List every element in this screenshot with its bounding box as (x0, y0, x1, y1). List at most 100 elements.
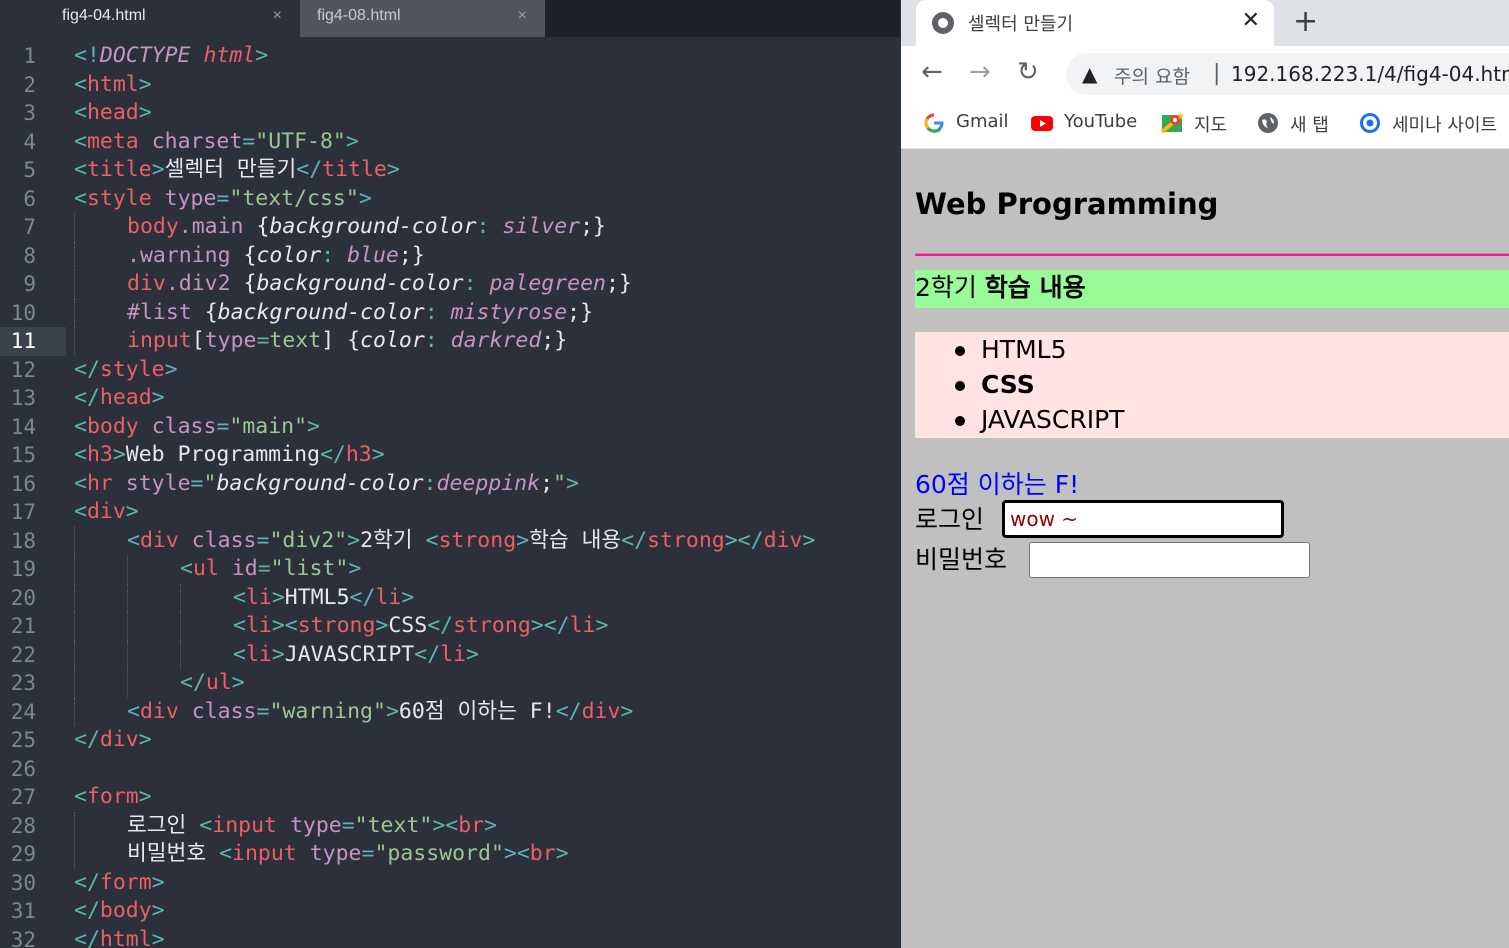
code-line[interactable]: 4 <meta charset="UTF-8"> (0, 128, 900, 157)
line-number: 16 (10, 471, 36, 496)
login-input[interactable]: wow ~ (1002, 500, 1284, 538)
code-line[interactable]: 12 </style> (0, 356, 900, 385)
code-line[interactable]: 14 <body class="main"> (0, 413, 900, 442)
line-number: 29 (10, 842, 36, 866)
globe-icon (1258, 113, 1278, 133)
line-number: 7 (23, 215, 36, 239)
code-line[interactable]: 21 <li><strong>CSS</strong></li> (0, 612, 900, 641)
line-number: 27 (10, 785, 36, 809)
line-number: 14 (10, 414, 36, 439)
code-line[interactable]: 5 <title>셀렉터 만들기</title> (0, 156, 900, 185)
list-item-strong: CSS (981, 370, 1035, 399)
code-line[interactable]: 32 </html> (0, 926, 900, 948)
line-number: 9 (23, 272, 36, 296)
line-number: 17 (10, 500, 36, 524)
security-warning[interactable]: 주의 요함 (1114, 62, 1190, 89)
tab-fig4-04[interactable]: fig4-04.html × (0, 0, 300, 37)
forward-arrow-icon[interactable]: → (969, 57, 991, 87)
div2-text: 2학기 (915, 273, 985, 302)
address-bar[interactable]: ▲ 주의 요함 | 192.168.223.1/4/fig4-04.html (1066, 53, 1509, 95)
line-number: 12 (10, 357, 36, 382)
code-line[interactable]: 9 div.div2 {background-color: palegreen;… (0, 270, 900, 299)
google-icon (924, 113, 944, 133)
code-line[interactable]: 30 </form> (0, 869, 900, 898)
close-icon[interactable]: ✕ (1242, 8, 1260, 33)
line-number: 18 (10, 528, 36, 553)
code-line[interactable]: 6 <style type="text/css"> (0, 185, 900, 214)
code-line[interactable]: 15 <h3>Web Programming</h3> (0, 441, 900, 470)
code-line[interactable]: 26 (0, 755, 900, 784)
warning-text: 60점 이하는 F! (915, 470, 1080, 499)
new-tab-button[interactable]: + (1293, 4, 1318, 39)
list-item: HTML5 (915, 332, 1509, 367)
line-number: 1 (23, 44, 36, 68)
tab-fig4-08[interactable]: fig4-08.html × (300, 0, 545, 37)
line-number: 6 (23, 186, 36, 211)
code-line[interactable]: 18 <div class="div2">2학기 <strong>학습 내용</… (0, 526, 900, 555)
code-line[interactable]: 17 <div> (0, 498, 900, 527)
code-line[interactable]: 31 </body> (0, 897, 900, 926)
line-number: 10 (10, 300, 36, 325)
code-line[interactable]: 16 <hr style="background-color:deeppink;… (0, 470, 900, 499)
browser-toolbar: ← → ↻ ▲ 주의 요함 | 192.168.223.1/4/fig4-04.… (901, 46, 1509, 102)
code-line[interactable]: 1 <!DOCTYPE html> (0, 42, 900, 71)
code-line[interactable]: 23 </ul> (0, 669, 900, 698)
line-number: 28 (10, 813, 36, 838)
tab-label: fig4-08.html (317, 7, 401, 24)
code-line[interactable]: 8 .warning {color: blue;} (0, 241, 900, 270)
code-line[interactable]: 27 <form> (0, 783, 900, 812)
site-icon (1360, 113, 1380, 133)
line-number: 24 (10, 699, 36, 724)
code-line[interactable]: 10 #list {background-color: mistyrose;} (0, 298, 900, 327)
line-number: 13 (10, 386, 36, 410)
code-line[interactable]: 28 로그인 <input type="text"><br> (0, 811, 900, 840)
code-area[interactable]: 1 <!DOCTYPE html> 2 <html> 3 <head> 4 <m… (0, 42, 900, 948)
url-text[interactable]: 192.168.223.1/4/fig4-04.html (1231, 62, 1509, 86)
bookmark-label: 새 탭 (1290, 115, 1329, 136)
close-icon[interactable]: × (518, 7, 527, 25)
line-number: 23 (10, 671, 36, 695)
code-line[interactable]: 22 <li>JAVASCRIPT</li> (0, 640, 900, 669)
close-icon[interactable]: × (273, 7, 282, 25)
line-number: 30 (10, 870, 36, 895)
browser-tab[interactable]: 셀렉터 만들기 ✕ (916, 0, 1274, 46)
warning-icon[interactable]: ▲ (1082, 62, 1097, 86)
login-label: 로그인 (915, 505, 985, 534)
bookmark-label: 세미나 사이트 (1392, 115, 1498, 136)
page-heading: Web Programming (915, 187, 1219, 221)
code-line[interactable]: 2 <html> (0, 71, 900, 100)
line-number: 25 (10, 728, 36, 752)
code-line[interactable]: 24 <div class="warning">60점 이하는 F!</div> (0, 697, 900, 726)
list-item: CSS (915, 367, 1509, 402)
back-arrow-icon[interactable]: ← (921, 57, 943, 87)
password-input[interactable] (1029, 542, 1310, 578)
bookmark-label: 지도 (1194, 115, 1228, 136)
code-line[interactable]: 20 <li>HTML5</li> (0, 583, 900, 612)
code-line-current[interactable]: 11 input[type=text] {color: darkred;} (0, 327, 900, 356)
line-number: 21 (10, 614, 36, 638)
list-item: JAVASCRIPT (915, 402, 1509, 437)
reload-icon[interactable]: ↻ (1017, 57, 1039, 87)
code-line[interactable]: 7 body.main {background-color: silver;} (0, 213, 900, 242)
line-number: 15 (10, 443, 36, 467)
separator: | (1213, 61, 1221, 86)
line-number: 3 (23, 101, 36, 125)
code-line[interactable]: 13 </head> (0, 384, 900, 413)
bookmark-label: Gmail (956, 111, 1009, 132)
bookmark-label: YouTube (1064, 111, 1138, 132)
code-line[interactable]: 25 </div> (0, 726, 900, 755)
horizontal-rule (915, 253, 1509, 256)
line-number: 31 (10, 899, 36, 923)
topic-list: HTML5 CSS JAVASCRIPT (915, 332, 1509, 438)
code-line[interactable]: 19 <ul id="list"> (0, 555, 900, 584)
code-line[interactable]: 3 <head> (0, 99, 900, 128)
line-number: 11 (0, 327, 66, 356)
line-number: 5 (23, 158, 36, 182)
globe-icon (932, 12, 954, 34)
browser-window: 셀렉터 만들기 ✕ + ← → ↻ ▲ 주의 요함 | 192.168.223.… (901, 0, 1509, 948)
page-viewport: Web Programming 2학기 학습 내용 HTML5 CSS JAVA… (901, 149, 1509, 948)
password-label: 비밀번호 (915, 545, 1008, 574)
code-line[interactable]: 29 비밀번호 <input type="password"><br> (0, 840, 900, 869)
code-editor[interactable]: ◀ ▶ fig4-04.html × fig4-08.html × 1 <!DO… (0, 0, 900, 948)
line-number: 2 (23, 72, 36, 97)
